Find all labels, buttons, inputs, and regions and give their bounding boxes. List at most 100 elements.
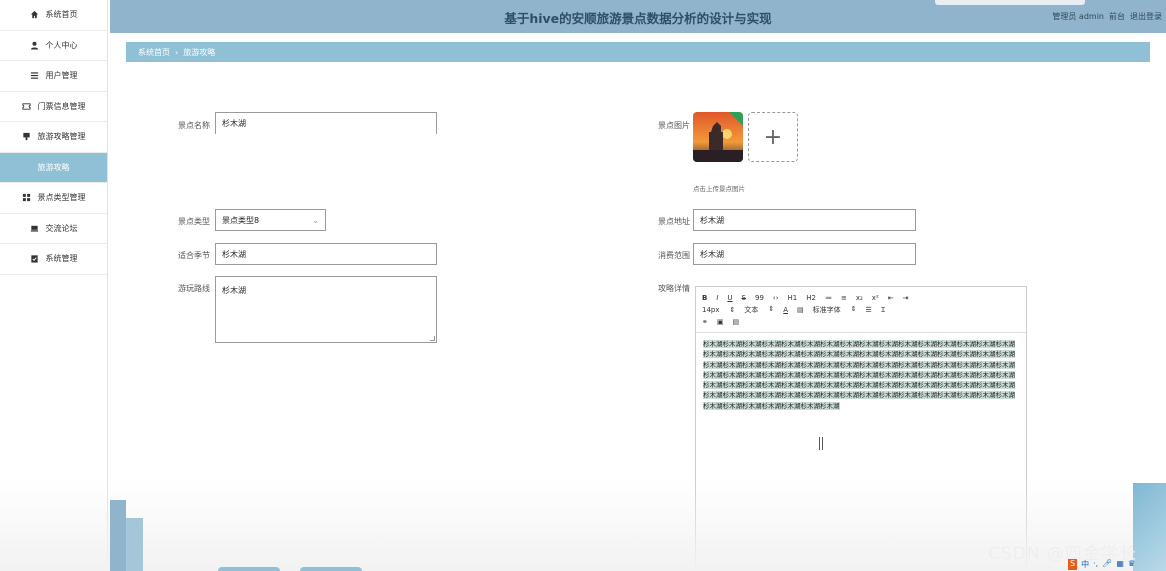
sidebar-item-label: 系统首页: [45, 10, 78, 20]
sidebar-item-home[interactable]: 系统首页: [0, 0, 107, 31]
sidebar-item-system[interactable]: 系统管理: [0, 244, 107, 275]
search-input[interactable]: [935, 0, 1085, 5]
type-select[interactable]: 景点类型8 ⌄: [215, 209, 326, 231]
breadcrumb: 系统首页 › 旅游攻略: [126, 42, 1150, 62]
list-icon: [30, 71, 40, 81]
range-field[interactable]: 杉木湖: [693, 243, 916, 265]
sidebar-item-tickets[interactable]: 门票信息管理: [0, 92, 107, 122]
sort-icon: ⇕: [729, 306, 736, 314]
strike-button[interactable]: S: [742, 294, 746, 302]
image-label: 景点图片: [658, 121, 690, 130]
bold-button[interactable]: B: [702, 294, 707, 302]
bullet-list-button[interactable]: ≡: [841, 294, 847, 302]
breadcrumb-current: 旅游攻略: [183, 47, 216, 57]
ordered-list-button[interactable]: ≔: [825, 294, 832, 302]
underline-button[interactable]: U: [727, 294, 732, 302]
superscript-button[interactable]: x²: [872, 294, 879, 302]
grid-icon: [22, 193, 32, 203]
font-color-button[interactable]: A: [783, 306, 788, 314]
sidebar-item-forum[interactable]: 交流论坛: [0, 214, 107, 244]
sidebar-item-label: 交流论坛: [45, 223, 78, 233]
upload-button[interactable]: +: [748, 112, 798, 162]
range-label: 消费范围: [658, 251, 690, 260]
ticket-icon: [22, 101, 32, 111]
ime-punct-icon: ·,: [1093, 559, 1099, 568]
microphone-icon: 🎤︎: [1102, 559, 1113, 568]
editor-toolbar: B I U S 99 ‹› H1 H2 ≔ ≡ x₂ x² ⇤ ⇥ 14px ⇕ …: [696, 287, 1026, 333]
sort-icon: ⇕: [850, 305, 857, 313]
skin-icon: ♛: [1127, 559, 1136, 568]
indent-button[interactable]: ⇥: [903, 294, 909, 302]
type-label: 景点类型: [178, 217, 210, 226]
text-type-value: 文本: [744, 306, 759, 314]
ime-logo-icon: S: [1068, 559, 1078, 570]
route-textarea[interactable]: 杉木湖: [215, 276, 437, 343]
quote-button[interactable]: 99: [755, 294, 764, 302]
clipboard-icon: [30, 254, 40, 264]
sidebar-item-guides[interactable]: 旅游攻略: [0, 152, 107, 183]
h1-button[interactable]: H1: [788, 294, 798, 302]
user-role: 管理员 admin: [1052, 12, 1104, 21]
sidebar-item-label: 系统管理: [45, 254, 78, 264]
font-size-value: 14px: [702, 306, 720, 314]
sort-icon: ⇕: [768, 305, 775, 313]
detail-label: 攻略详情: [658, 284, 690, 293]
code-button[interactable]: ‹›: [773, 294, 779, 302]
h2-button[interactable]: H2: [806, 294, 816, 302]
align-icon[interactable]: ☰: [866, 306, 872, 314]
clear-format-icon[interactable]: Ꮖ: [881, 306, 886, 315]
sidebar-item-label: 门票信息管理: [37, 101, 86, 111]
logout-link[interactable]: 退出登录: [1130, 11, 1162, 22]
outdent-button[interactable]: ⇤: [888, 294, 894, 302]
range-value: 杉木湖: [700, 249, 724, 259]
image-icon[interactable]: ▣: [717, 318, 724, 326]
location-value: 杉木湖: [700, 215, 724, 225]
location-label: 景点地址: [658, 217, 690, 226]
video-icon[interactable]: ▤: [733, 318, 740, 326]
sidebar-item-users[interactable]: 用户管理: [0, 61, 107, 92]
name-field[interactable]: 杉木湖: [215, 112, 437, 134]
text-cursor-icon: [819, 437, 823, 450]
type-value: 景点类型8: [222, 215, 260, 225]
toolbar-row-3: ⚭ ▣ ▤: [702, 316, 1020, 328]
forum-icon: [30, 223, 40, 233]
font-size-select[interactable]: 14px ⇕: [702, 306, 735, 314]
sidebar-item-profile[interactable]: 个人中心: [0, 31, 107, 61]
name-value: 杉木湖: [222, 119, 246, 128]
ime-toolbar: S 中 ·, 🎤︎ ▦ ♛: [1068, 559, 1135, 570]
sidebar-item-label: 景点类型管理: [37, 193, 86, 203]
cancel-button[interactable]: [300, 567, 362, 571]
breadcrumb-home[interactable]: 系统首页: [138, 47, 170, 58]
route-value: 杉木湖: [222, 286, 246, 295]
font-family-select[interactable]: 标准字体 ⇕: [813, 305, 857, 315]
header-actions: 管理员 admin 前台 退出登录: [1052, 11, 1162, 22]
editor-text: 杉木湖杉木湖杉木湖杉木湖杉木湖杉木湖杉木湖杉木湖杉木湖杉木湖杉木湖杉木湖杉木湖杉…: [703, 340, 1015, 410]
sidebar-item-label: 旅游攻略: [37, 162, 70, 172]
keyboard-icon: ▦: [1116, 559, 1124, 568]
editor-content[interactable]: 杉木湖杉木湖杉木湖杉木湖杉木湖杉木湖杉木湖杉木湖杉木湖杉木湖杉木湖杉木湖杉木湖杉…: [696, 333, 1026, 417]
user-icon: [30, 40, 40, 50]
sidebar-item-scenic-types[interactable]: 景点类型管理: [0, 183, 107, 214]
font-family-value: 标准字体: [812, 306, 841, 314]
uploaded-image[interactable]: [693, 112, 743, 162]
decoration-block: [110, 500, 126, 571]
upload-tip: 点击上传景点图片: [693, 185, 745, 193]
link-icon[interactable]: ⚭: [702, 318, 708, 326]
header: 基于hive的安顺旅游景点数据分析的设计与实现 管理员 admin 前台 退出登…: [110, 0, 1166, 33]
resize-handle[interactable]: [430, 336, 435, 341]
sidebar-item-label: 用户管理: [45, 71, 78, 81]
route-label: 游玩路线: [178, 284, 210, 293]
frontend-link[interactable]: 前台: [1109, 11, 1125, 22]
submit-button[interactable]: [218, 567, 280, 571]
page: 系统首页 个人中心 用户管理 门票信息管理 旅游攻略管理 旅游攻略 景点类型管理…: [0, 0, 1166, 571]
background-color-icon[interactable]: ▤: [797, 306, 804, 314]
toolbar-row-1: B I U S 99 ‹› H1 H2 ≔ ≡ x₂ x² ⇤ ⇥: [702, 292, 1020, 304]
season-field[interactable]: 杉木湖: [215, 243, 437, 265]
italic-button[interactable]: I: [716, 294, 718, 302]
sidebar-item-guide-management[interactable]: 旅游攻略管理: [0, 122, 107, 153]
header-select[interactable]: 文本 ⇕: [744, 305, 774, 315]
subscript-button[interactable]: x₂: [856, 294, 863, 302]
location-field[interactable]: 杉木湖: [693, 209, 916, 231]
home-icon: [30, 10, 40, 20]
season-value: 杉木湖: [222, 249, 246, 259]
